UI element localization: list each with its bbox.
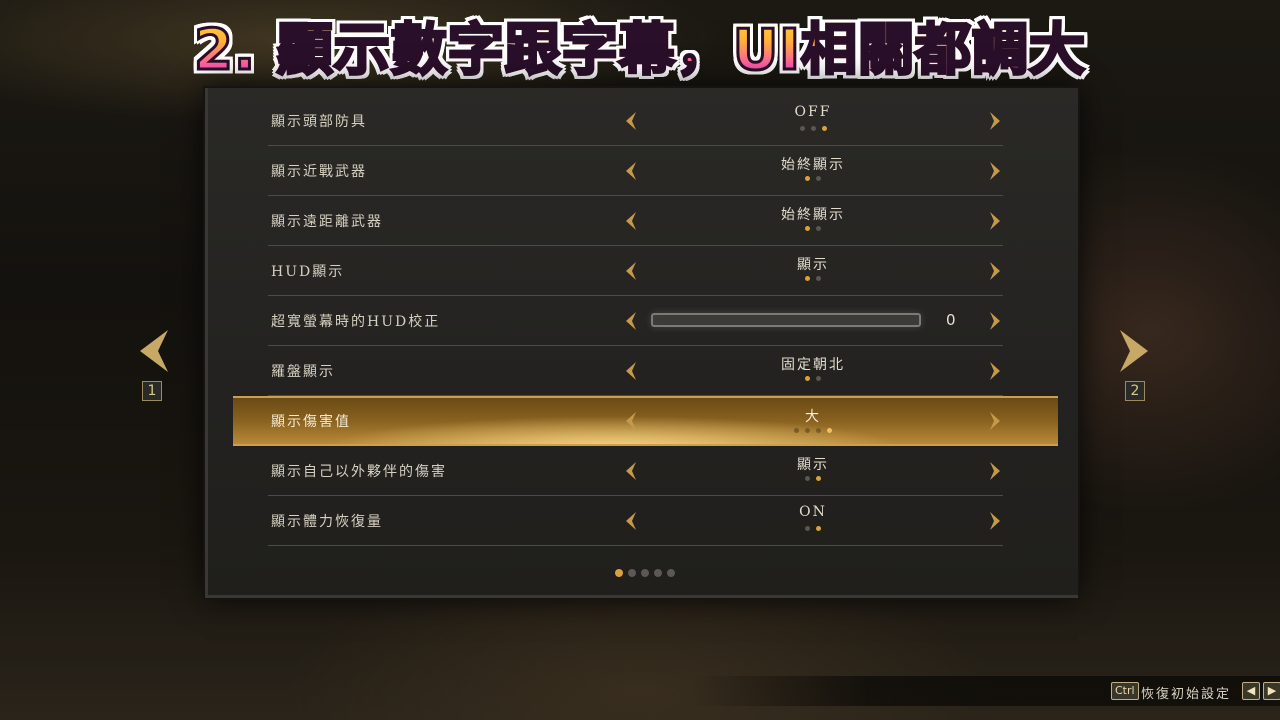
- option-dot: [799, 126, 805, 131]
- option-dot: [805, 176, 810, 181]
- setting-value: OFF: [794, 104, 832, 120]
- chevron-left-icon[interactable]: [624, 461, 638, 481]
- option-dot: [805, 226, 810, 231]
- option-dot: [816, 176, 821, 181]
- setting-row[interactable]: 顯示近戰武器 始終顯示: [268, 146, 1003, 196]
- chevron-right-icon[interactable]: [988, 511, 1002, 531]
- reset-defaults-label[interactable]: 恢復初始設定: [1141, 683, 1231, 702]
- option-dots: [758, 476, 868, 481]
- setting-label: 顯示頭部防具: [271, 113, 367, 130]
- chevron-left-icon[interactable]: [624, 311, 638, 331]
- option-dots: [758, 376, 868, 381]
- option-dot: [816, 226, 821, 231]
- option-dots: [758, 276, 868, 281]
- chevron-left-icon[interactable]: [624, 111, 638, 131]
- key-right-icon[interactable]: ▶: [1263, 682, 1280, 700]
- option-dot: [827, 428, 832, 433]
- option-dot: [805, 276, 810, 281]
- setting-row[interactable]: 羅盤顯示 固定朝北: [268, 346, 1003, 396]
- option-dot: [816, 428, 821, 433]
- ctrl-key-hint[interactable]: Ctrl: [1111, 682, 1139, 700]
- page-dot[interactable]: [640, 569, 649, 577]
- option-dot: [810, 126, 816, 131]
- chevron-left-icon[interactable]: [624, 361, 638, 381]
- setting-label: 顯示傷害值: [271, 414, 351, 430]
- setting-value: ON: [799, 504, 827, 520]
- setting-label: 顯示體力恢復量: [271, 513, 383, 530]
- setting-label: 顯示自己以外夥伴的傷害: [271, 463, 447, 480]
- option-dot: [816, 526, 821, 531]
- setting-value: 顯示: [797, 257, 829, 273]
- prev-page-arrow-icon[interactable]: [136, 328, 170, 374]
- video-title-banner: 2. 顯示數字跟字幕，UI相關都調大: [0, 0, 1280, 90]
- option-dots: [758, 176, 868, 181]
- chevron-right-icon[interactable]: [988, 461, 1002, 481]
- option-dots: [758, 226, 868, 231]
- setting-row[interactable]: 顯示自己以外夥伴的傷害 顯示: [268, 446, 1003, 496]
- option-dot: [816, 276, 821, 281]
- option-dots: [758, 428, 868, 433]
- chevron-left-icon[interactable]: [624, 511, 638, 531]
- page-dot[interactable]: [653, 569, 662, 577]
- page-dot[interactable]: [627, 569, 636, 577]
- setting-row[interactable]: 超寬螢幕時的HUD校正 0: [268, 296, 1003, 346]
- chevron-right-icon[interactable]: [988, 161, 1002, 181]
- option-dot: [821, 126, 827, 131]
- page-dot[interactable]: [614, 569, 623, 577]
- prev-page-badge[interactable]: 1: [142, 381, 162, 401]
- chevron-right-icon[interactable]: [988, 361, 1002, 381]
- option-dot: [805, 526, 810, 531]
- pagination-dots: [208, 569, 1081, 577]
- setting-value: 大: [805, 409, 821, 425]
- setting-value: 始終顯示: [781, 157, 845, 173]
- slider-value: 0: [946, 311, 956, 329]
- next-page-arrow-icon[interactable]: [1118, 328, 1152, 374]
- banner-title: 2. 顯示數字跟字幕，UI相關都調大: [192, 5, 1086, 86]
- chevron-right-icon[interactable]: [988, 261, 1002, 281]
- setting-value: 顯示: [797, 457, 829, 473]
- setting-label: 顯示遠距離武器: [271, 213, 383, 230]
- setting-label: 超寬螢幕時的HUD校正: [271, 313, 441, 330]
- settings-panel: 顯示頭部防具 OFF 顯示近戰武器 始終顯示 顯示遠距離武器 始終顯示 HUD顯示 顯示 超寬螢…: [205, 88, 1078, 598]
- key-left-icon[interactable]: ◀: [1242, 682, 1260, 700]
- option-dot: [805, 476, 810, 481]
- setting-row[interactable]: 顯示傷害值 大: [233, 396, 1058, 446]
- chevron-left-icon[interactable]: [624, 211, 638, 231]
- chevron-right-icon[interactable]: [988, 111, 1002, 131]
- setting-value: 始終顯示: [781, 207, 845, 223]
- setting-label: 羅盤顯示: [271, 363, 335, 380]
- setting-row[interactable]: 顯示體力恢復量 ON: [268, 496, 1003, 546]
- next-page-badge[interactable]: 2: [1125, 381, 1145, 401]
- setting-label: HUD顯示: [271, 263, 345, 280]
- chevron-right-icon[interactable]: [988, 411, 1002, 431]
- setting-value: 固定朝北: [781, 357, 845, 373]
- setting-label: 顯示近戰武器: [271, 163, 367, 180]
- option-dots: [758, 526, 868, 531]
- chevron-left-icon[interactable]: [624, 161, 638, 181]
- option-dot: [816, 376, 821, 381]
- hud-correction-slider[interactable]: [651, 313, 921, 327]
- option-dot: [805, 428, 810, 433]
- chevron-left-icon[interactable]: [624, 411, 638, 431]
- option-dot: [794, 428, 799, 433]
- chevron-right-icon[interactable]: [988, 311, 1002, 331]
- option-dot: [805, 376, 810, 381]
- settings-list: 顯示頭部防具 OFF 顯示近戰武器 始終顯示 顯示遠距離武器 始終顯示 HUD顯示 顯示 超寬螢…: [233, 96, 1058, 546]
- option-dots: [758, 126, 868, 131]
- chevron-left-icon[interactable]: [624, 261, 638, 281]
- option-dot: [816, 476, 821, 481]
- setting-row[interactable]: HUD顯示 顯示: [268, 246, 1003, 296]
- chevron-right-icon[interactable]: [988, 211, 1002, 231]
- setting-row[interactable]: 顯示遠距離武器 始終顯示: [268, 196, 1003, 246]
- setting-row[interactable]: 顯示頭部防具 OFF: [268, 96, 1003, 146]
- page-dot[interactable]: [666, 569, 675, 577]
